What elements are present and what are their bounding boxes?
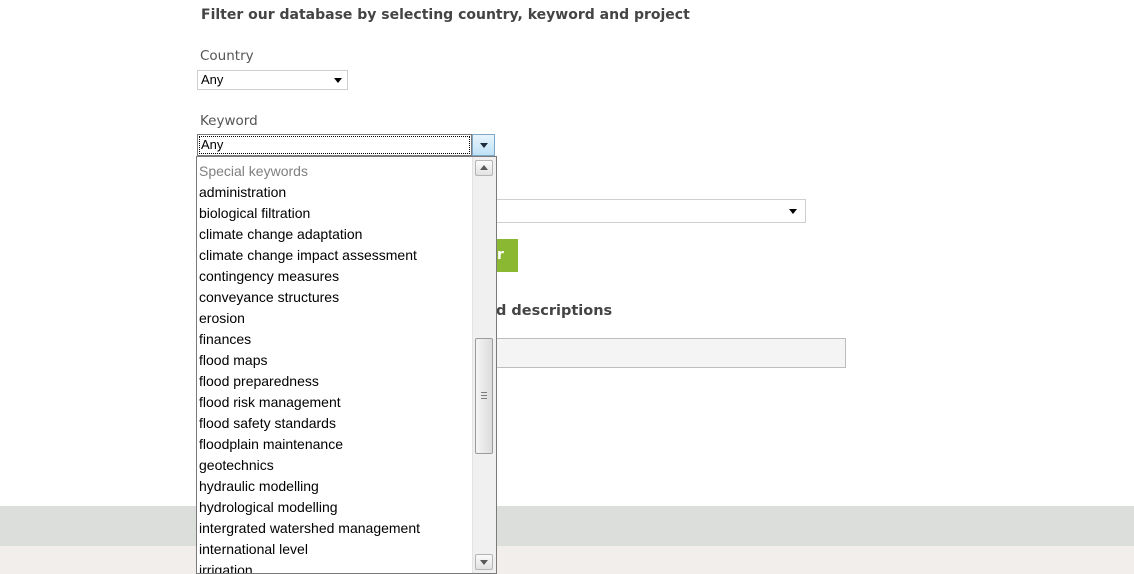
chevron-down-icon xyxy=(334,78,342,83)
grip-line xyxy=(481,392,487,393)
search-heading: d descriptions xyxy=(496,303,613,319)
country-select-value: Any xyxy=(201,72,224,87)
keyword-option[interactable]: biological filtration xyxy=(197,203,472,224)
chevron-up-icon xyxy=(480,165,488,170)
keyword-option[interactable]: irrigation xyxy=(197,560,472,573)
scroll-thumb[interactable] xyxy=(475,338,493,454)
keyword-dropdown-list[interactable]: Special keywords administration biological… xyxy=(196,156,497,574)
keyword-label: Keyword xyxy=(200,113,258,129)
footer-base xyxy=(0,546,1134,574)
project-select[interactable] xyxy=(470,199,806,223)
chevron-down-icon xyxy=(480,143,488,148)
keyword-option[interactable]: climate change adaptation xyxy=(197,224,472,245)
scroll-up-button[interactable] xyxy=(475,160,493,176)
country-label: Country xyxy=(200,48,254,64)
keyword-option[interactable]: hydraulic modelling xyxy=(197,476,472,497)
submit-button-label: r xyxy=(497,247,504,263)
focus-outline xyxy=(199,136,470,154)
keyword-option[interactable]: conveyance structures xyxy=(197,287,472,308)
keyword-dropdown-button[interactable] xyxy=(472,134,495,156)
dropdown-scrollbar[interactable] xyxy=(472,157,496,573)
keyword-option[interactable]: geotechnics xyxy=(197,455,472,476)
keyword-option[interactable]: administration xyxy=(197,182,472,203)
keyword-option[interactable]: floodplain maintenance xyxy=(197,434,472,455)
keyword-options: Special keywords administration biological… xyxy=(197,161,472,573)
keyword-select[interactable]: Any xyxy=(197,134,472,156)
search-input[interactable] xyxy=(470,338,846,368)
keyword-option[interactable]: finances xyxy=(197,329,472,350)
scroll-down-button[interactable] xyxy=(475,554,493,570)
keyword-option[interactable]: flood preparedness xyxy=(197,371,472,392)
grip-line xyxy=(481,398,487,399)
footer-band xyxy=(0,506,1134,546)
page-heading: Filter our database by selecting country… xyxy=(201,7,690,23)
chevron-down-icon xyxy=(480,560,488,565)
keyword-option[interactable]: international level xyxy=(197,539,472,560)
keyword-option[interactable]: hydrological modelling xyxy=(197,497,472,518)
keyword-option[interactable]: flood safety standards xyxy=(197,413,472,434)
keyword-option[interactable]: flood risk management xyxy=(197,392,472,413)
keyword-option[interactable]: intergrated watershed management xyxy=(197,518,472,539)
keyword-select-value: Any xyxy=(201,137,224,152)
keyword-option[interactable]: climate change impact assessment xyxy=(197,245,472,266)
chevron-down-icon xyxy=(789,209,797,214)
keyword-option[interactable]: contingency measures xyxy=(197,266,472,287)
option-group-label: Special keywords xyxy=(199,163,308,179)
keyword-option[interactable]: flood maps xyxy=(197,350,472,371)
country-select[interactable]: Any xyxy=(197,70,348,90)
keyword-option[interactable]: erosion xyxy=(197,308,472,329)
grip-line xyxy=(481,395,487,396)
